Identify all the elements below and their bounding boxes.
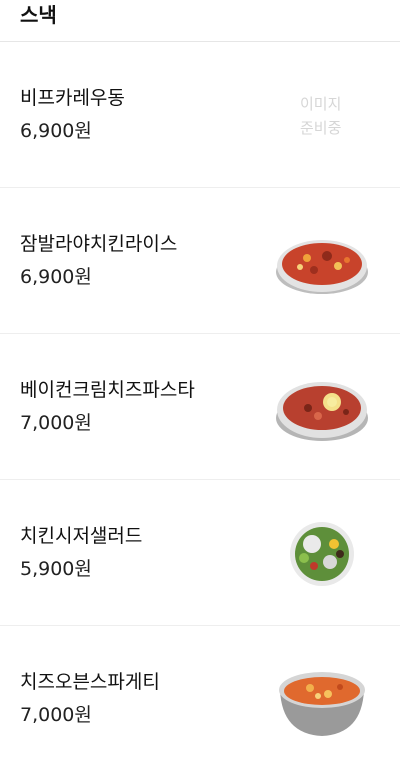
menu-item[interactable]: 비프카레우동 6,900원 이미지 준비중 [0,42,400,188]
salad-bowl-icon [272,514,372,594]
menu-item-name: 비프카레우동 [20,87,125,109]
menu-item-name: 치킨시저샐러드 [20,525,143,547]
menu-item-name: 베이컨크림치즈파스타 [20,379,195,401]
image-placeholder-text: 이미지 준비중 [300,95,342,137]
menu-item-price: 5,900원 [20,558,92,580]
menu-item[interactable]: 잠발라야치킨라이스 6,900원 [0,188,400,334]
jambalaya-dish-icon [272,222,372,302]
menu-item[interactable]: 치즈오븐스파게티 7,000원 [0,626,400,766]
menu-item[interactable]: 베이컨크림치즈파스타 7,000원 [0,334,400,480]
header: 스낵 [0,0,400,42]
menu-item-name: 치즈오븐스파게티 [20,671,160,693]
oven-spaghetti-icon [272,660,372,740]
menu-item-price: 7,000원 [20,704,92,726]
menu-item-name: 잠발라야치킨라이스 [20,233,178,255]
menu-list: 비프카레우동 6,900원 이미지 준비중 잠발라야치킨라이스 6,900원 베… [0,42,400,766]
menu-item-price: 7,000원 [20,412,92,434]
menu-item[interactable]: 치킨시저샐러드 5,900원 [0,480,400,626]
category-title: 스낵 [20,3,57,27]
pasta-dish-icon [272,368,372,448]
menu-item-price: 6,900원 [20,266,92,288]
menu-item-price: 6,900원 [20,120,92,142]
